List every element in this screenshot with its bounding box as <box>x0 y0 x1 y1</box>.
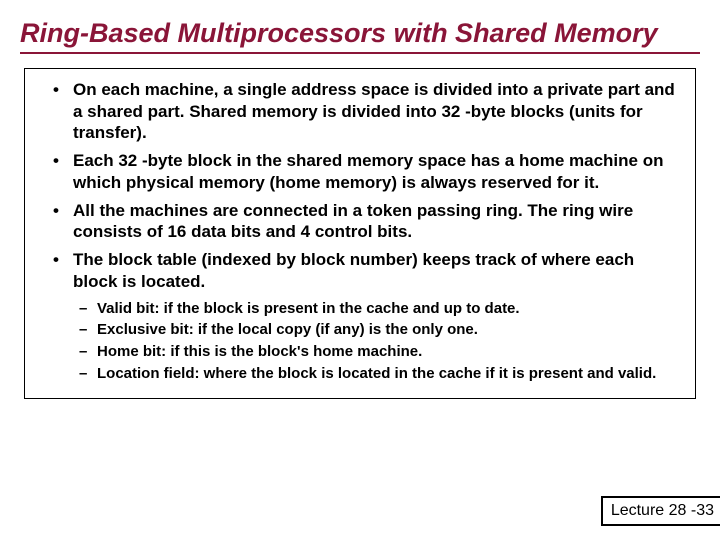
slide-footer: Lecture 28 -33 <box>601 496 720 526</box>
slide-title: Ring-Based Multiprocessors with Shared M… <box>20 18 700 54</box>
sub-bullet-item: Location field: where the block is locat… <box>39 364 681 384</box>
bullet-item: The block table (indexed by block number… <box>39 249 681 293</box>
slide: Ring-Based Multiprocessors with Shared M… <box>0 0 720 540</box>
bullet-item: Each 32 -byte block in the shared memory… <box>39 150 681 194</box>
sub-bullet-item: Valid bit: if the block is present in th… <box>39 299 681 319</box>
sub-bullet-item: Home bit: if this is the block's home ma… <box>39 342 681 362</box>
content-box: On each machine, a single address space … <box>24 68 696 399</box>
sub-bullet-item: Exclusive bit: if the local copy (if any… <box>39 320 681 340</box>
sub-bullet-list: Valid bit: if the block is present in th… <box>39 299 681 384</box>
main-bullet-list: On each machine, a single address space … <box>39 79 681 293</box>
bullet-item: All the machines are connected in a toke… <box>39 200 681 244</box>
bullet-item: On each machine, a single address space … <box>39 79 681 144</box>
